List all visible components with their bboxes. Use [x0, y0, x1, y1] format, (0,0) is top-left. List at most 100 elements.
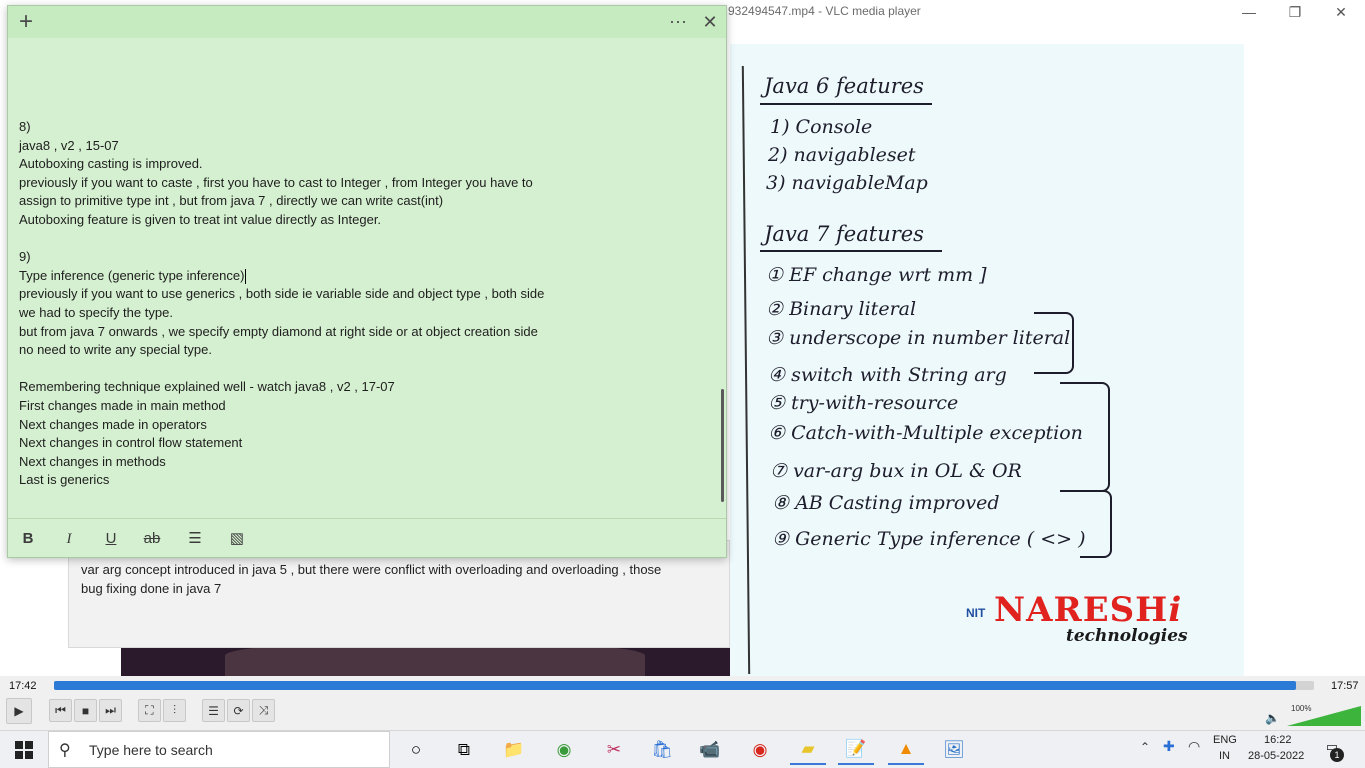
- board-java6-item: 1) Console: [770, 116, 873, 138]
- windows-icon: [15, 740, 33, 759]
- logo-name: NARESH: [994, 590, 1169, 630]
- note-line: Next changes in methods: [19, 453, 166, 469]
- strikethrough-button[interactable]: ab: [140, 529, 164, 549]
- elapsed-time: 17:42: [9, 680, 37, 692]
- note-line: First changes made in main method: [19, 397, 226, 413]
- maximize-button[interactable]: ❐: [1272, 0, 1318, 24]
- note-scrollbar[interactable]: [721, 389, 724, 502]
- board-heading-java6: Java 6 features: [764, 74, 924, 98]
- language-indicator[interactable]: ENG: [1213, 734, 1237, 746]
- note-line: 8): [19, 119, 31, 134]
- clock-date[interactable]: 28-05-2022: [1248, 750, 1304, 762]
- playlist-button[interactable]: ☰: [202, 699, 225, 722]
- sticky-note[interactable]: + ··· ✕ 8) java8 , v2 , 15-07 Autoboxing…: [7, 5, 727, 558]
- previous-button[interactable]: ⏮: [49, 699, 72, 722]
- note-line: Autoboxing casting is improved.: [19, 156, 203, 172]
- heading-underline: [760, 250, 942, 252]
- note-line: no need to write any special type.: [19, 342, 212, 358]
- logo-i: i: [1168, 590, 1183, 630]
- seek-bar-fill: [54, 681, 1297, 690]
- board-java7-item: ④ switch with String arg: [768, 364, 1007, 386]
- bullet-list-button[interactable]: ☰: [183, 529, 207, 549]
- search-placeholder: Type here to search: [89, 742, 213, 758]
- text-caret: [245, 268, 247, 284]
- vlc-icon[interactable]: ▲: [888, 735, 924, 765]
- note-line: Last is generics: [19, 472, 110, 488]
- store-icon[interactable]: 🛍: [644, 735, 680, 765]
- wifi-icon[interactable]: ◠: [1188, 738, 1200, 755]
- snipping-tool-icon[interactable]: ✂: [596, 735, 632, 765]
- note-line: Next changes made in operators: [19, 416, 207, 432]
- taskbar-search[interactable]: ⚲ Type here to search: [48, 731, 390, 768]
- chrome-icon[interactable]: ◉: [546, 735, 582, 765]
- next-button[interactable]: ⏭: [99, 699, 122, 722]
- more-options-button[interactable]: ···: [664, 8, 692, 36]
- heading-underline: [760, 103, 932, 105]
- sticky-header[interactable]: + ··· ✕: [8, 6, 726, 38]
- note-line-with-caret: Type inference (generic type inference): [19, 267, 709, 286]
- play-button[interactable]: ▶: [6, 698, 32, 724]
- volume-label: 100%: [1291, 704, 1312, 713]
- note-line: java8 , v2 , 15-07: [19, 137, 119, 153]
- screen-recorder-icon[interactable]: ◉: [742, 735, 778, 765]
- total-time: 17:57: [1331, 680, 1359, 692]
- image-button[interactable]: ▧: [225, 529, 249, 549]
- file-explorer-icon[interactable]: 📁: [496, 735, 532, 765]
- fullscreen-button[interactable]: ⛶: [138, 699, 161, 722]
- task-view-icon[interactable]: ⧉: [446, 735, 482, 765]
- taskbar: ⚲ Type here to search ○ ⧉ 📁 ◉ ✂ 🛍 📹 ◉ ▰ …: [0, 730, 1365, 768]
- note-line: Type inference (generic type inference): [19, 267, 245, 283]
- board-java7-item: ② Binary literal: [766, 298, 917, 320]
- note-line: we had to specify the type.: [19, 304, 173, 320]
- sticky-notes-icon[interactable]: ▰: [790, 735, 826, 765]
- notification-badge: 1: [1330, 748, 1344, 762]
- loop-button[interactable]: ⟳: [227, 699, 250, 722]
- cortana-icon[interactable]: ○: [398, 735, 434, 765]
- show-hidden-icons[interactable]: ⌃: [1140, 740, 1150, 754]
- board-bracket: [1080, 490, 1112, 558]
- close-button[interactable]: ✕: [1318, 0, 1364, 24]
- speaker-icon[interactable]: 🔈: [1265, 711, 1280, 725]
- note-line: Next changes in control flow statement: [19, 435, 243, 451]
- note-line: previously if you want to caste , first …: [19, 174, 533, 190]
- note-line: previously if you want to use generics ,…: [19, 286, 545, 302]
- italic-button[interactable]: I: [57, 529, 81, 549]
- minimize-button[interactable]: —: [1226, 0, 1272, 24]
- search-icon: ⚲: [59, 742, 71, 759]
- note-line: but from java 7 onwards , we specify emp…: [19, 323, 538, 339]
- note-text-area[interactable]: 8) java8 , v2 , 15-07 Autoboxing casting…: [19, 118, 709, 513]
- zoom-icon[interactable]: 📹: [692, 735, 728, 765]
- seek-bar[interactable]: [54, 681, 1314, 690]
- add-note-button[interactable]: +: [12, 8, 40, 36]
- clock-time[interactable]: 16:22: [1264, 734, 1292, 746]
- board-java6-item: 3) navigableMap: [766, 172, 928, 194]
- language-region[interactable]: IN: [1219, 750, 1230, 762]
- format-toolbar: B I U ab ☰ ▧: [8, 518, 726, 558]
- note-line: 9): [19, 249, 31, 265]
- player-controls: 17:42 17:57 ▶ ⏮ ■ ⏭ ⛶ ⫶ ☰ ⟳ ⤨ 🔈 100%: [0, 676, 1365, 730]
- underline-button[interactable]: U: [99, 529, 123, 549]
- logo-subtitle: technologies: [1066, 626, 1188, 646]
- close-note-button[interactable]: ✕: [696, 8, 724, 36]
- board-java7-item: ⑥ Catch-with-Multiple exception: [768, 422, 1083, 444]
- board-java6-item: 2) navigableset: [768, 144, 916, 166]
- photos-icon[interactable]: 🖼: [936, 735, 972, 765]
- start-button[interactable]: [0, 731, 48, 768]
- board-java7-item: ⑧ AB Casting improved: [772, 492, 1000, 514]
- logo-nit: NIT: [966, 606, 986, 620]
- board-bracket: [1034, 312, 1074, 374]
- board-java7-item: ⑦ var-arg bux in OL & OR: [770, 460, 1022, 482]
- note-line: assign to primitive type int , but from …: [19, 193, 444, 209]
- extended-settings-button[interactable]: ⫶: [163, 699, 186, 722]
- shuffle-button[interactable]: ⤨: [252, 699, 275, 722]
- background-doc-line: bug fixing done in java 7: [81, 581, 222, 596]
- board-java7-item: ③ underscope in number literal: [766, 327, 1071, 349]
- network-plus-icon[interactable]: ✚: [1163, 738, 1175, 755]
- background-doc-line: var arg concept introduced in java 5 , b…: [81, 562, 662, 577]
- stop-button[interactable]: ■: [74, 699, 97, 722]
- notepad-icon[interactable]: 📝: [838, 735, 874, 765]
- bold-button[interactable]: B: [16, 529, 40, 549]
- board-java7-item: ① EF change wrt mm ]: [766, 264, 987, 286]
- note-line: [19, 230, 709, 249]
- board-java7-item: ⑤ try-with-resource: [768, 392, 959, 414]
